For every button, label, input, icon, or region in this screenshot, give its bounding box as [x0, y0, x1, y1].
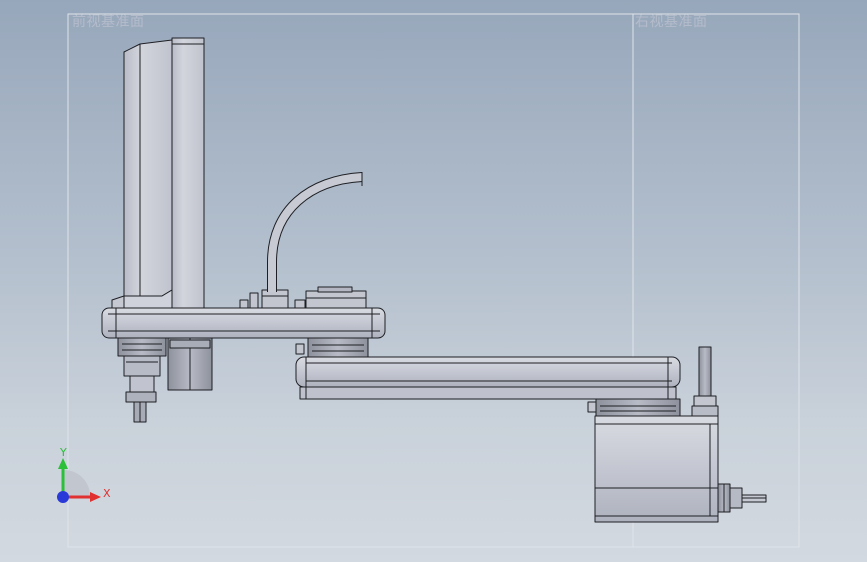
- x-axis-arrowhead: [90, 492, 101, 502]
- y-axis-arrowhead: [58, 458, 68, 469]
- arm-link-2[interactable]: [295, 356, 681, 400]
- arm2-vertical-pipe[interactable]: [691, 346, 719, 417]
- robot-base-box[interactable]: [594, 415, 719, 523]
- cable-conduit[interactable]: [267, 172, 363, 292]
- z-motor[interactable]: [167, 337, 213, 391]
- spline-shaft[interactable]: [117, 337, 167, 423]
- arm1-top-fittings[interactable]: [239, 286, 367, 309]
- z-axis-dot[interactable]: [57, 491, 69, 503]
- joint-3-housing[interactable]: [587, 398, 681, 418]
- base-cable-gland[interactable]: [717, 483, 767, 513]
- scara-robot-model[interactable]: [101, 37, 767, 523]
- model-canvas[interactable]: Y X: [0, 0, 867, 562]
- joint-2-housing[interactable]: [295, 337, 369, 359]
- y-axis-label: Y: [59, 446, 67, 459]
- x-axis-label: X: [103, 487, 111, 500]
- arm-link-1[interactable]: [101, 307, 386, 339]
- coordinate-triad[interactable]: Y X: [57, 446, 111, 503]
- z-axis-column[interactable]: [111, 37, 205, 311]
- cad-viewport[interactable]: 前视基准面 右视基准面 Y X: [0, 0, 867, 562]
